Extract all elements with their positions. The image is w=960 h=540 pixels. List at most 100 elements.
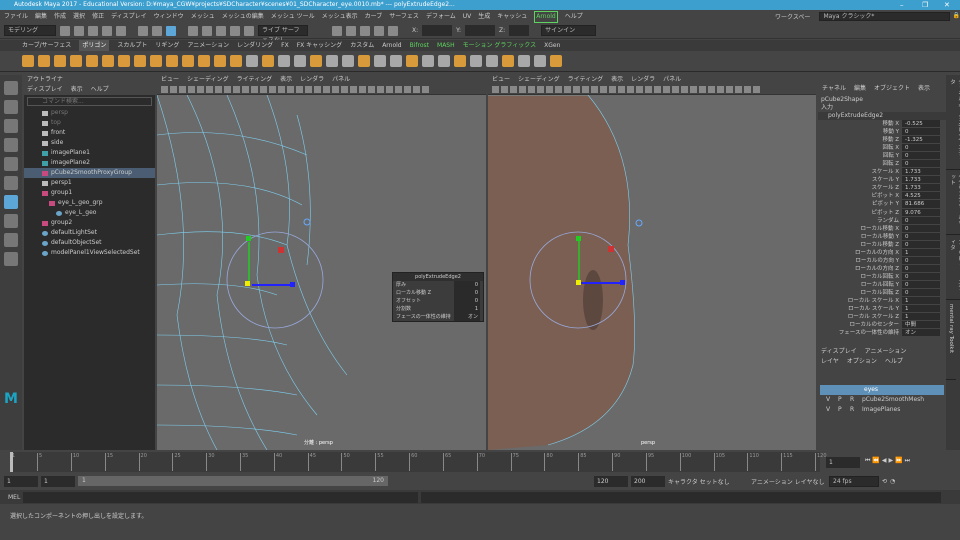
snap-view-icon[interactable] <box>230 25 240 36</box>
layout-icon[interactable] <box>4 252 18 266</box>
viewport-tool-icon[interactable] <box>546 86 553 93</box>
channel-value[interactable]: 1.733 <box>902 168 940 177</box>
viewport-tool-icon[interactable] <box>690 86 697 93</box>
viewport-tool-icon[interactable] <box>537 86 544 93</box>
viewport-tool-icon[interactable] <box>636 86 643 93</box>
viewport-tool-icon[interactable] <box>170 86 177 93</box>
shelf-tool-icon[interactable] <box>550 55 562 67</box>
paint-select-icon[interactable] <box>4 119 18 133</box>
channel-value[interactable]: 1 <box>902 248 940 257</box>
viewport-tool-icon[interactable] <box>251 86 258 93</box>
viewport-menu-item[interactable]: パネル <box>332 75 350 85</box>
viewport-menu-item[interactable]: ビュー <box>492 75 510 85</box>
outliner-item[interactable]: imagePlane2 <box>24 158 155 168</box>
shelf-tool-icon[interactable] <box>214 55 226 67</box>
channel-value[interactable]: 0 <box>902 128 940 137</box>
shelf-tool-icon[interactable] <box>22 55 34 67</box>
hypershade-icon[interactable] <box>388 25 398 36</box>
current-time-indicator[interactable] <box>10 452 13 472</box>
shelf-tool-icon[interactable] <box>342 55 354 67</box>
outliner-item[interactable]: group2 <box>24 218 155 228</box>
viewport-tool-icon[interactable] <box>564 86 571 93</box>
outliner-item[interactable]: modelPanel1ViewSelectedSet <box>24 248 155 258</box>
viewport-tool-icon[interactable] <box>404 86 411 93</box>
ipr-icon[interactable] <box>360 25 370 36</box>
loop-icon[interactable]: ⟲ <box>882 478 887 485</box>
shelf-tool-icon[interactable] <box>390 55 402 67</box>
menu-item[interactable]: Arnold <box>534 11 558 23</box>
viewport-menu-item[interactable]: ビュー <box>161 75 179 85</box>
viewport-tool-icon[interactable] <box>206 86 213 93</box>
viewport-tool-icon[interactable] <box>591 86 598 93</box>
viewport-menu-item[interactable]: シェーディング <box>518 75 560 85</box>
viewport-tool-icon[interactable] <box>278 86 285 93</box>
outliner-item[interactable]: defaultLightSet <box>24 228 155 238</box>
viewport-tool-icon[interactable] <box>323 86 330 93</box>
outliner-menu-item[interactable]: ヘルプ <box>91 85 109 95</box>
viewport-tool-icon[interactable] <box>233 86 240 93</box>
viewport-tool-icon[interactable] <box>618 86 625 93</box>
outliner-menu-item[interactable]: 表示 <box>71 85 83 95</box>
outliner-search-input[interactable]: コマンド検索... <box>27 97 152 106</box>
mel-input[interactable] <box>23 491 419 503</box>
menu-item[interactable]: 修正 <box>92 10 104 23</box>
shelf-tool-icon[interactable] <box>102 55 114 67</box>
popup-value[interactable]: 0 <box>454 297 480 305</box>
channel-value[interactable]: 9.076 <box>902 208 940 217</box>
shelf-tool-icon[interactable] <box>470 55 482 67</box>
viewport-tool-icon[interactable] <box>573 86 580 93</box>
menu-item[interactable]: ディスプレイ <box>111 10 147 23</box>
select-component-icon[interactable] <box>166 25 176 36</box>
channel-value[interactable]: 0 <box>902 256 940 265</box>
viewport-tool-icon[interactable] <box>699 86 706 93</box>
viewport-tool-icon[interactable] <box>627 86 634 93</box>
channel-value[interactable]: 0 <box>902 240 940 249</box>
menu-item[interactable]: ファイル <box>4 10 28 23</box>
menu-item[interactable]: キャッシュ <box>497 10 527 23</box>
maximize-button[interactable]: ❐ <box>922 0 928 10</box>
channel-label[interactable]: ローカル スケール Z <box>818 313 902 321</box>
shelf-tool-icon[interactable] <box>374 55 386 67</box>
menu-item[interactable]: 作成 <box>54 10 66 23</box>
outliner-item[interactable]: pCube2SmoothProxyGroup <box>24 168 155 178</box>
channel-label[interactable]: 移動 X <box>818 120 902 128</box>
viewport-menu-item[interactable]: ライティング <box>237 75 273 85</box>
mode-dropdown[interactable]: モデリング <box>4 25 56 36</box>
select-object-icon[interactable] <box>152 25 162 36</box>
side-tab[interactable]: mental ray Toolkit <box>946 300 956 380</box>
redo-icon[interactable] <box>116 25 126 36</box>
workspace-dropdown[interactable]: Maya クラシック* <box>819 12 950 21</box>
side-tab[interactable]: モデリング ツールキット <box>946 170 960 235</box>
viewport-tool-icon[interactable] <box>332 86 339 93</box>
open-scene-icon[interactable] <box>74 25 84 36</box>
shelf-tool-icon[interactable] <box>86 55 98 67</box>
range-bar[interactable]: 1 120 <box>78 476 388 486</box>
shelf-tool-icon[interactable] <box>310 55 322 67</box>
channel-label[interactable]: スケール Y <box>818 176 902 184</box>
viewport-tool-icon[interactable] <box>519 86 526 93</box>
channel-menu-item[interactable]: 編集 <box>854 83 866 95</box>
shelf-tool-icon[interactable] <box>198 55 210 67</box>
outliner-item[interactable]: persp1 <box>24 178 155 188</box>
viewport-tool-icon[interactable] <box>296 86 303 93</box>
viewport-tool-icon[interactable] <box>528 86 535 93</box>
channel-menu-item[interactable]: オブジェクト <box>874 83 910 95</box>
channel-label[interactable]: ピボット X <box>818 192 902 200</box>
menu-item[interactable]: 生成 <box>478 10 490 23</box>
layer-r-toggle[interactable]: R <box>850 405 856 415</box>
channel-label[interactable]: ローカル スケール Y <box>818 305 902 313</box>
layer-p-toggle[interactable]: P <box>838 395 844 405</box>
save-scene-icon[interactable] <box>88 25 98 36</box>
shelf-tool-icon[interactable] <box>422 55 434 67</box>
new-scene-icon[interactable] <box>60 25 70 36</box>
channel-value[interactable]: 0 <box>902 216 940 225</box>
menu-item[interactable]: デフォーム <box>426 10 456 23</box>
channel-label[interactable]: ローカルのセンター <box>818 321 902 329</box>
shelf-tab[interactable]: カスタム <box>350 40 374 51</box>
shelf-tool-icon[interactable] <box>70 55 82 67</box>
shelf-tab[interactable]: FX <box>281 40 289 51</box>
single-view-icon[interactable] <box>4 214 18 228</box>
menu-item[interactable]: 編集 <box>35 10 47 23</box>
shelf-tool-icon[interactable] <box>278 55 290 67</box>
viewport-tool-icon[interactable] <box>413 86 420 93</box>
